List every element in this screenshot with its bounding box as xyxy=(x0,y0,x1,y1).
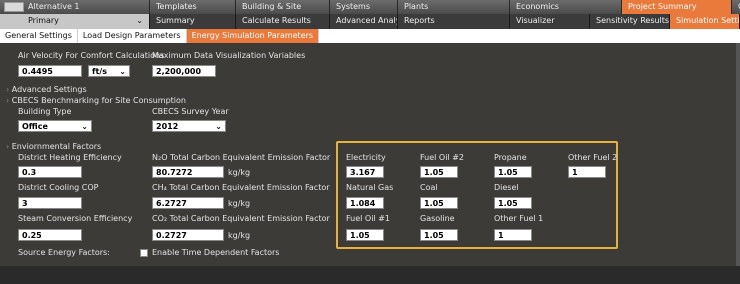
tab-systems[interactable]: Systems xyxy=(330,0,398,14)
tab-building-site[interactable]: Building & Site xyxy=(236,0,330,14)
fuel-oil1-input[interactable]: 1.05 xyxy=(346,229,384,241)
tab-overflow[interactable]: C xyxy=(732,0,740,14)
chevron-down-icon: ⌄ xyxy=(136,16,143,25)
other-fuel1-label: Other Fuel 1 xyxy=(494,214,544,223)
tab-advanced-analytics[interactable]: Advanced Analytics xyxy=(330,14,398,29)
steam-label: Steam Conversion Efficiency xyxy=(18,214,133,223)
tab-general-settings[interactable]: General Settings xyxy=(0,29,78,43)
third-tab-bar: General Settings Load Design Parameters … xyxy=(0,29,740,43)
district-cooling-label: District Cooling COP xyxy=(18,183,99,192)
propane-label: Propane xyxy=(494,153,527,162)
propane-input[interactable]: 1.05 xyxy=(494,166,532,178)
fuel-oil1-label: Fuel Oil #1 xyxy=(346,214,390,223)
district-cooling-input[interactable]: 3 xyxy=(18,197,82,209)
cbecs-year-label: CBECS Survey Year xyxy=(152,107,229,116)
cbecs-year-select[interactable]: 2012 ⌄ xyxy=(152,120,226,132)
n2o-input[interactable]: 80.7272 xyxy=(152,166,224,178)
electricity-input[interactable]: 3.167 xyxy=(346,166,384,178)
tab-simulation-settings[interactable]: Simulation Settings xyxy=(670,14,740,29)
max-vis-label: Maximum Data Visualization Variables xyxy=(152,51,306,60)
source-energy-label: Source Energy Factors: xyxy=(18,248,110,257)
co2-input[interactable]: 0.2727 xyxy=(152,229,224,241)
vertical-scrollbar[interactable] xyxy=(736,43,740,266)
air-velocity-input[interactable]: 0.4495 xyxy=(18,65,82,77)
advanced-settings-toggle[interactable]: › Advanced Settings xyxy=(6,85,87,94)
tab-project-summary[interactable]: Project Summary xyxy=(622,0,732,14)
tab-alternative[interactable]: Alternative 1 xyxy=(0,0,150,14)
n2o-unit: kg/kg xyxy=(228,168,251,177)
ch4-label: CH₄ Total Carbon Equivalent Emission Fac… xyxy=(152,183,330,192)
tab-calculate-results[interactable]: Calculate Results xyxy=(236,14,330,29)
second-tab-bar: Primary ⌄ Summary Calculate Results Adva… xyxy=(0,14,740,29)
tab-sensitivity-results[interactable]: Sensitivity Results xyxy=(590,14,670,29)
chevron-down-icon: ⌄ xyxy=(81,121,88,131)
ch4-unit: kg/kg xyxy=(228,199,251,208)
tab-visualizer[interactable]: Visualizer xyxy=(510,14,590,29)
air-velocity-label: Air Velocity For Comfort Calculations xyxy=(18,51,165,60)
natural-gas-label: Natural Gas xyxy=(346,183,394,192)
n2o-label: N₂O Total Carbon Equivalent Emission Fac… xyxy=(152,153,331,162)
primary-dropdown[interactable]: Primary ⌄ xyxy=(0,14,150,29)
other-fuel2-input[interactable]: 1 xyxy=(568,166,606,178)
air-velocity-unit-select[interactable]: ft/s ⌄ xyxy=(88,65,130,77)
building-type-label: Building Type xyxy=(18,107,72,116)
top-tab-bar: Alternative 1 Templates Building & Site … xyxy=(0,0,740,14)
env-factors-header[interactable]: › Enviornmental Factors xyxy=(6,142,101,151)
coal-input[interactable]: 1.05 xyxy=(420,197,458,209)
time-dependent-label: Enable Time Dependent Factors xyxy=(152,248,280,257)
tab-economics[interactable]: Economics xyxy=(510,0,622,14)
gasoline-input[interactable]: 1.05 xyxy=(420,229,458,241)
co2-unit: kg/kg xyxy=(228,231,251,240)
tab-templates[interactable]: Templates xyxy=(150,0,236,14)
app-logo-icon xyxy=(4,2,24,12)
diesel-input[interactable]: 1.05 xyxy=(494,197,532,209)
chevron-down-icon: ⌄ xyxy=(215,121,222,131)
chevron-down-icon: ⌄ xyxy=(119,66,126,76)
time-dependent-checkbox[interactable] xyxy=(140,249,148,257)
fuel-oil2-input[interactable]: 1.05 xyxy=(420,166,458,178)
cbecs-header[interactable]: › CBECS Benchmarking for Site Consumptio… xyxy=(6,96,186,105)
other-fuel1-input[interactable]: 1 xyxy=(494,229,532,241)
bottom-bar xyxy=(0,266,740,284)
diesel-label: Diesel xyxy=(494,183,519,192)
other-fuel2-label: Other Fuel 2 xyxy=(568,153,618,162)
electricity-label: Electricity xyxy=(346,153,386,162)
tab-load-design-parameters[interactable]: Load Design Parameters xyxy=(78,29,187,43)
steam-input[interactable]: 0.25 xyxy=(18,229,82,241)
district-heating-input[interactable]: 0.3 xyxy=(18,166,82,178)
tab-plants[interactable]: Plants xyxy=(398,0,510,14)
gasoline-label: Gasoline xyxy=(420,214,455,223)
ch4-input[interactable]: 6.2727 xyxy=(152,197,224,209)
tab-energy-simulation-parameters[interactable]: Energy Simulation Parameters xyxy=(186,29,320,43)
co2-label: CO₂ Total Carbon Equivalent Emission Fac… xyxy=(152,214,330,223)
natural-gas-input[interactable]: 1.084 xyxy=(346,197,384,209)
building-type-select[interactable]: Office ⌄ xyxy=(18,120,92,132)
coal-label: Coal xyxy=(420,183,438,192)
max-vis-input[interactable]: 2,200,000 xyxy=(152,65,216,77)
fuel-oil2-label: Fuel Oil #2 xyxy=(420,153,464,162)
district-heating-label: District Heating Efficiency xyxy=(18,153,122,162)
tab-summary[interactable]: Summary xyxy=(150,14,236,29)
tab-reports[interactable]: Reports xyxy=(398,14,510,29)
